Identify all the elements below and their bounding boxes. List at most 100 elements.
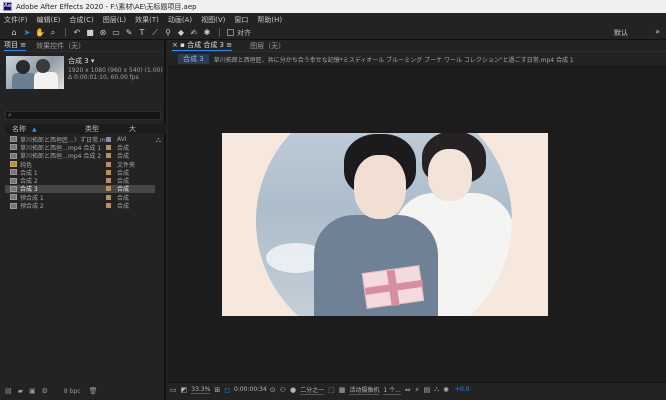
composition-icon [10,144,17,151]
exposure-value[interactable]: +0.0 [455,386,470,393]
interpret-footage-icon[interactable]: ▤ [5,387,12,395]
snap-checkbox[interactable] [227,29,234,36]
menu-composition[interactable]: 合成(C) [69,15,93,25]
resolution-dropdown[interactable]: 二分之一 [300,385,325,395]
workspace-more-icon[interactable]: » [655,27,660,36]
flowchart-icon[interactable]: ⛬ [434,385,439,394]
camera-view-dropdown[interactable]: 活动摄像机 [349,385,380,395]
composition-icon [10,169,17,176]
lock-icon[interactable]: ▪ [180,41,185,49]
label-color-swatch[interactable] [106,169,111,175]
tab-effect-controls[interactable]: 效果控件（无） [36,41,85,51]
zoom-dropdown[interactable]: 33.3% [191,386,211,394]
menu-animation[interactable]: 动画(A) [168,15,192,25]
project-panel-footer: ▤ ▰ ▣ ⚙ 8 bpc 🗑 [0,385,164,397]
view-layout-dropdown[interactable]: 1 个... [383,385,401,395]
project-item-row[interactable]: 预合成 2 合成 [5,201,155,210]
close-tab-icon[interactable]: × [172,41,178,49]
new-folder-icon[interactable]: ▰ [18,387,23,395]
exposure-reset-icon[interactable]: ✺ [443,386,449,394]
camera-icon[interactable]: ■ [84,28,96,37]
menu-file[interactable]: 文件(F) [4,15,28,25]
viewer-footer: ▭ ◩ 33.3% ⊞ ◻ 0:00:00:34 ⊙ ⚇ ● 二分之一 ⬚ ▦ … [168,382,666,396]
menu-window[interactable]: 窗口 [234,15,248,25]
zoom-icon[interactable]: ⌕ [47,28,59,38]
menu-effect[interactable]: 效果(T) [135,15,159,25]
menu-bar: 文件(F) 编辑(E) 合成(C) 图层(L) 效果(T) 动画(A) 视图(V… [0,13,666,26]
workspace-default[interactable]: 默认 [614,28,628,38]
draft-3d-icon[interactable]: ◩ [181,386,188,394]
pan-behind-icon[interactable]: ⊛ [97,28,109,37]
transparency-grid-icon[interactable]: ▦ [339,386,346,394]
always-preview-icon[interactable]: ▭ [170,386,177,394]
breadcrumb-current-comp[interactable]: 合成 3 [178,54,209,64]
composition-icon [10,152,17,159]
label-color-swatch[interactable] [106,203,111,209]
pixel-aspect-icon[interactable]: ⇔ [405,386,411,394]
eraser-icon[interactable]: ◆ [175,28,187,37]
circular-mask-footage [256,133,512,316]
hand-icon[interactable]: ✋ [34,28,46,37]
menu-help[interactable]: 帮助(H) [257,15,282,25]
composition-viewer[interactable] [168,65,666,382]
search-icon: ⌕ [8,111,12,119]
snapshot-icon[interactable]: ⊙ [270,386,276,394]
tab-project[interactable]: 项目 ≡ [4,40,27,51]
menu-layer[interactable]: 图层(L) [103,15,126,25]
color-channel-icon[interactable]: ● [290,386,296,394]
sort-ascending-icon[interactable]: ▲ [32,126,37,133]
text-icon[interactable]: T [136,28,148,37]
footage-icon [10,136,17,143]
label-color-swatch[interactable] [106,194,111,200]
label-color-swatch[interactable] [106,161,111,167]
selected-comp-name[interactable]: 合成 3 ▾ [68,56,163,66]
trash-icon[interactable]: 🗑 [89,387,98,395]
pen-icon[interactable]: ✎ [123,28,135,37]
label-color-swatch[interactable] [106,153,111,159]
panel-menu-icon[interactable]: ≡ [20,41,26,49]
column-size[interactable]: 大 [129,124,149,134]
tools-panel: ⌂ ➤ ✋ ⌕ ↶ ■ ⊛ ▭ ✎ T ⟋ ⚲ ◆ ✍ ✱ 对齐 默认 » [0,26,666,40]
toolbar-divider [65,28,66,37]
home-icon[interactable]: ⌂ [8,28,20,37]
clone-stamp-icon[interactable]: ⚲ [162,28,174,37]
selection-arrow-icon[interactable]: ➤ [21,28,33,37]
column-name[interactable]: 名称 ▲ [5,124,85,134]
breadcrumb-nested-comp[interactable]: 草川拓郎と西垣匠、共に分かち合う幸せな記憶*ミスディオール ブルーミング ブーケ… [214,55,574,64]
mask-visibility-icon[interactable]: ◻ [224,386,230,394]
toolbar-divider [219,28,220,37]
show-snapshot-icon[interactable]: ⚇ [280,386,286,394]
puppet-pin-icon[interactable]: ✱ [201,28,213,37]
fast-preview-icon[interactable]: ⚡ [415,386,420,394]
new-composition-icon[interactable]: ▣ [29,387,36,395]
flowchart-icon[interactable]: ⛬ [156,136,161,145]
label-color-swatch[interactable] [106,144,111,150]
menu-edit[interactable]: 编辑(E) [37,15,61,25]
comp-info: 合成 3 ▾ 1920 x 1080 (960 x 540) (1.00) Δ … [68,56,163,81]
composition-icon [10,185,17,192]
label-color-swatch[interactable] [106,178,111,184]
comp-breadcrumb: 合成 3 草川拓郎と西垣匠、共に分かち合う幸せな記憶*ミスディオール ブルーミン… [168,53,666,65]
comp-dimensions: 1920 x 1080 (960 x 540) (1.00) [68,67,163,74]
project-item-list: 草川拓郎と西垣匠…〉ず日常.mp4 AVI 草川拓郎と西垣…mp4 合成 1 合成 草川… [5,135,155,210]
menu-view[interactable]: 视图(V) [201,15,225,25]
window-title: Adobe After Effects 2020 - F:\素材\AE\无标题项… [16,2,197,11]
grid-guides-icon[interactable]: ⊞ [214,386,220,394]
column-type[interactable]: 类型 [85,124,129,134]
tab-composition[interactable]: × ▪ 合成 合成 3 ≡ [172,40,233,51]
rotate-icon[interactable]: ↶ [71,28,83,37]
current-time[interactable]: 0:00:00:34 [234,386,267,393]
region-of-interest-icon[interactable]: ⬚ [328,386,335,394]
label-color-swatch[interactable] [106,136,111,142]
panel-menu-icon[interactable]: ≡ [226,41,232,49]
project-panel: 项目 ≡ 效果控件（无） 合成 3 ▾ 1920 x 1080 (960 x 5… [0,40,166,400]
label-color-swatch[interactable] [106,186,111,192]
brush-icon[interactable]: ⟋ [149,28,161,38]
roto-brush-icon[interactable]: ✍ [188,28,200,37]
project-search-input[interactable]: ⌕ [5,111,161,120]
settings-icon[interactable]: ⚙ [42,387,48,395]
timeline-icon[interactable]: ▤ [424,386,431,394]
rectangle-icon[interactable]: ▭ [110,28,122,37]
bit-depth-button[interactable]: 8 bpc [64,388,81,395]
tab-layer[interactable]: 图层（无） [250,41,285,51]
